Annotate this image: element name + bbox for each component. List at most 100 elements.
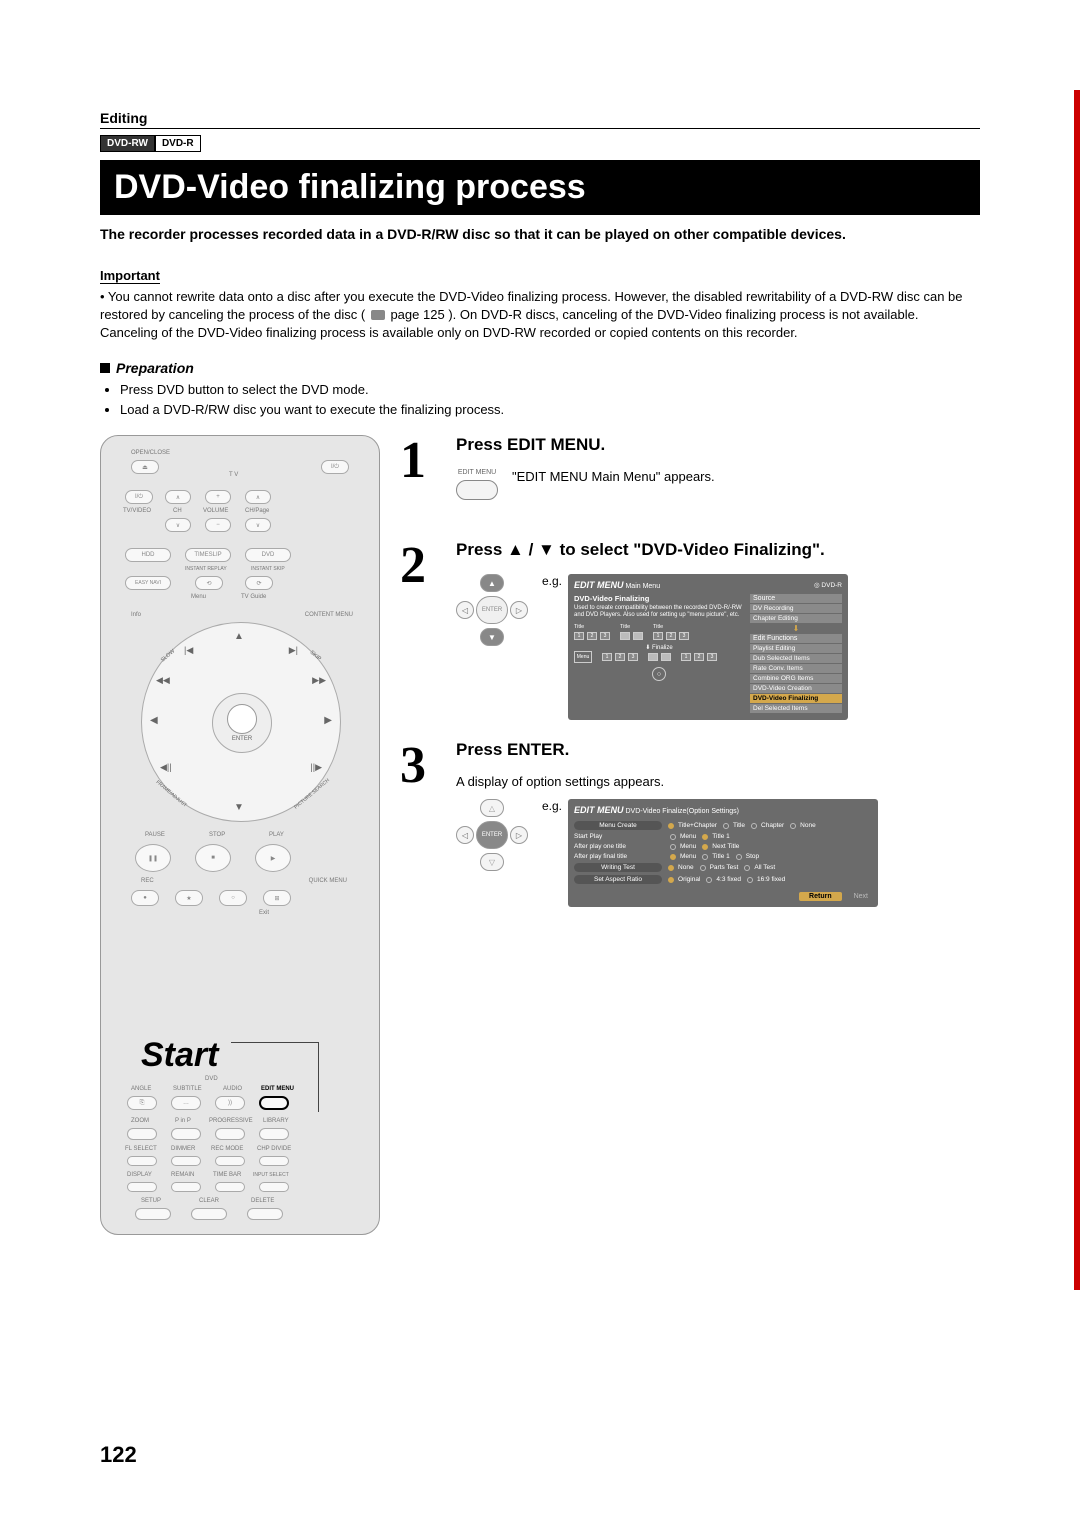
thumbnail-set: [648, 653, 671, 661]
osd-finalize-options: EDIT MENU DVD-Video Finalize(Option Sett…: [568, 799, 878, 907]
radio-selected-icon: [702, 844, 708, 850]
arrow-right-icon: ▷: [510, 826, 528, 844]
osd-option-label: Title+Chapter: [678, 822, 717, 829]
osd-finalize-label: Finalize: [652, 645, 673, 651]
osd-option-row: Menu Create Title+ChapterTitleChapterNon…: [574, 821, 872, 830]
osd-option-label: Menu: [680, 833, 696, 840]
thumbnail-set: 123: [653, 632, 689, 640]
osd-left-panel: DVD-Video Finalizing Used to create comp…: [574, 594, 744, 714]
ch-up-icon: ∧: [165, 490, 191, 504]
content-row: OPEN/CLOSE ⏏ I/⏻ T V I/⏻ ∧ + ∧ TV/VIDEO …: [100, 435, 980, 1235]
osd-logo: EDIT MENU: [574, 580, 624, 590]
osd-option: Title: [723, 822, 745, 829]
osd-option-row: After play final titleMenuTitle 1Stop: [574, 853, 872, 860]
osd-option-label: Chapter: [761, 822, 784, 829]
subtitle-icon: …: [171, 1096, 201, 1110]
enter-button-icon: ENTER: [476, 596, 508, 624]
remote-button: [127, 1182, 157, 1192]
pause-icon: ❚❚: [135, 844, 171, 872]
remote-label: INSTANT REPLAY: [185, 566, 227, 572]
osd-menu-item: DV Recording: [750, 604, 842, 613]
next-icon: ▶|: [289, 645, 298, 656]
osd-option-row: Start PlayMenuTitle 1: [574, 833, 872, 840]
osd-row-label: Menu Create: [574, 821, 662, 830]
power-icon: I/⏻: [125, 490, 153, 504]
remote-button: [215, 1128, 245, 1140]
arrow-left-icon: ◁: [456, 601, 474, 619]
osd-option-label: Title: [733, 822, 745, 829]
power-icon: I/⏻: [321, 460, 349, 474]
remote-button: [215, 1156, 245, 1166]
osd-menu-item: Chapter Editing: [750, 614, 842, 623]
osd-option-row: After play one titleMenuNext Title: [574, 843, 872, 850]
osd-section-title: Edit Functions: [750, 634, 842, 643]
page-number: 122: [100, 1442, 137, 1468]
rec-icon: ●: [131, 890, 159, 906]
osd-option: Chapter: [751, 822, 784, 829]
intro-text: The recorder processes recorded data in …: [100, 225, 980, 245]
remote-label: OPEN/CLOSE: [131, 450, 170, 456]
step-2: 2 Press ▲ / ▼ to select "DVD-Video Final…: [400, 540, 980, 720]
osd-option: All Test: [744, 864, 775, 871]
osd-option-label: Menu: [680, 853, 696, 860]
callout-line: [231, 1042, 319, 1112]
page-up-icon: ∧: [245, 490, 271, 504]
ch-down-icon: ∨: [165, 518, 191, 532]
rew-icon: ◀◀: [156, 675, 170, 686]
important-text: • You cannot rewrite data onto a disc af…: [100, 288, 980, 343]
remote-label: REC MODE: [211, 1146, 243, 1152]
stop-icon: ■: [195, 844, 231, 872]
remote-label: DVD: [205, 1076, 218, 1082]
timeslip-button: TIMESLIP: [185, 548, 231, 562]
osd-option-label: 16:9 fixed: [757, 876, 785, 883]
remote-label: Info: [131, 612, 141, 618]
osd-menu-item: Playlist Editing: [750, 644, 842, 653]
osd-return-button: Return: [799, 892, 842, 901]
radio-icon: [706, 877, 712, 883]
section-label: Editing: [100, 110, 980, 126]
thumbnail-set: 123: [574, 632, 610, 640]
steps-column: 1 Press EDIT MENU. EDIT MENU "EDIT MENU …: [400, 435, 980, 1235]
remote-label: REC: [141, 878, 154, 884]
preparation-label: Preparation: [116, 360, 194, 376]
radio-icon: [723, 823, 729, 829]
remote-button: [259, 1128, 289, 1140]
osd-subtitle: DVD-Video Finalize(Option Settings): [625, 808, 738, 815]
osd-option-label: Parts Test: [710, 864, 739, 871]
osd-option: 16:9 fixed: [747, 876, 785, 883]
radio-selected-icon: [670, 854, 676, 860]
osd-next-button: Next: [850, 892, 872, 901]
radio-icon: [670, 834, 676, 840]
prev-icon: |◀: [184, 645, 193, 656]
remote-button: [247, 1208, 283, 1220]
remote-button: [259, 1182, 289, 1192]
remote-label: FL SELECT: [125, 1146, 157, 1152]
remote-label: STOP: [209, 832, 225, 838]
osd-option-row: Writing Test NoneParts TestAll Test: [574, 863, 872, 872]
step-title: Press ENTER.: [456, 740, 980, 760]
instant-replay-icon: ⟲: [195, 576, 223, 590]
remote-label: FRAME/ADJUST: [155, 780, 188, 809]
osd-option: Stop: [736, 853, 759, 860]
hdd-button: HDD: [125, 548, 171, 562]
osd-option: Next Title: [702, 843, 739, 850]
remote-label: ANGLE: [131, 1086, 151, 1092]
osd-option: Menu: [670, 853, 696, 860]
osd-menu-item: Dub Selected Items: [750, 654, 842, 663]
oval-button-icon: [456, 480, 498, 500]
remote-button: [171, 1182, 201, 1192]
remote-label: CH: [173, 508, 182, 514]
osd-menu-item: Rate Conv. Items: [750, 664, 842, 673]
step-description: A display of option settings appears.: [456, 774, 980, 789]
arrow-right-icon: ▷: [510, 601, 528, 619]
osd-option: Title 1: [702, 853, 729, 860]
vol-up-icon: +: [205, 490, 231, 504]
timer-icon: ○: [219, 890, 247, 906]
arrow-down-icon: ▼: [234, 802, 244, 813]
step-title: Press ▲ / ▼ to select "DVD-Video Finaliz…: [456, 540, 980, 560]
remote-button: [259, 1156, 289, 1166]
badge-dvd-r: DVD-R: [155, 135, 201, 152]
osd-disc-badge: DVD-R: [821, 582, 842, 589]
osd-option-row: Set Aspect RatioOriginal4:3 fixed16:9 fi…: [574, 875, 872, 884]
step-3: 3 Press ENTER. A display of option setti…: [400, 740, 980, 907]
